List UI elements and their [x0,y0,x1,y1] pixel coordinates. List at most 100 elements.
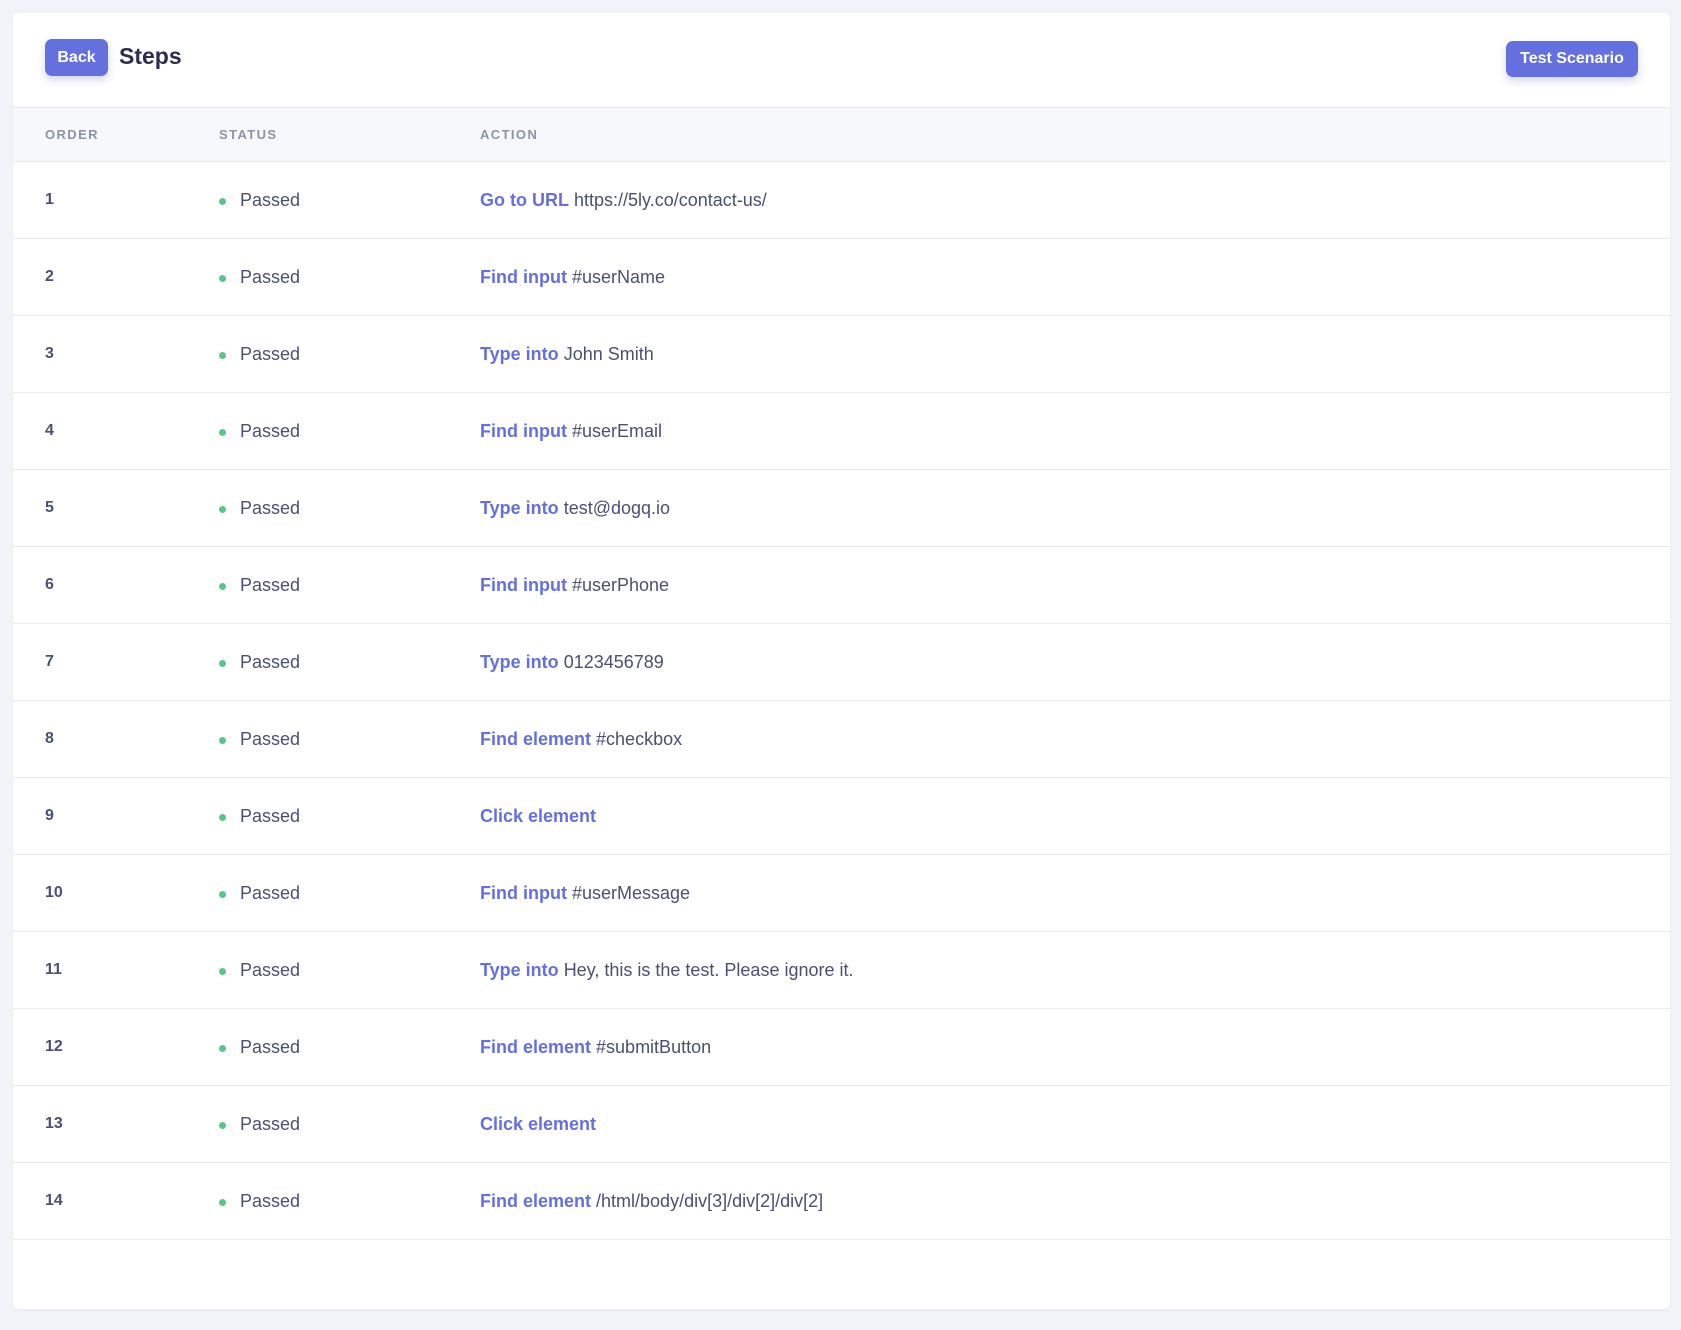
status-label: Passed [240,421,301,441]
step-status: Passed [219,883,300,904]
step-status: Passed [219,344,300,365]
action-target: #userPhone [571,575,670,595]
table-row[interactable]: 1 Passed Go to URL https://5ly.co/contact-… [13,162,1670,239]
status-label: Passed [240,960,301,980]
status-label: Passed [240,498,301,518]
step-status: Passed [219,1037,300,1058]
action-verb: Type into [480,344,559,364]
step-status: Passed [219,652,300,673]
step-order: 11 [45,961,62,978]
page-title: Steps [119,43,182,69]
action-verb: Find input [480,883,567,903]
status-dot-icon [219,891,226,898]
table-row[interactable]: 6 Passed Find input #userPhone [13,547,1670,624]
action-target: #userMessage [571,883,691,903]
step-action: Type into John Smith [480,344,654,365]
status-label: Passed [240,1037,301,1057]
action-verb: Find element [480,729,592,749]
table-row[interactable]: 12 Passed Find element #submitButton [13,1009,1670,1086]
action-target: #userEmail [571,421,663,441]
action-target: #checkbox [596,729,683,749]
table-row[interactable]: 8 Passed Find element #checkbox [13,701,1670,778]
action-verb: Click element [480,1114,597,1134]
step-action: Go to URL https://5ly.co/contact-us/ [480,190,767,211]
table-header: ORDER STATUS ACTION [13,108,1670,162]
action-verb: Go to URL [480,190,569,210]
table-row[interactable]: 11 Passed Type into Hey, this is the test.… [13,932,1670,1009]
step-action: Find input #userMessage [480,883,690,904]
status-label: Passed [240,729,301,749]
table-row[interactable]: 5 Passed Type into test@dogq.io [13,470,1670,547]
step-status: Passed [219,729,300,750]
action-target: John Smith [563,344,654,364]
status-dot-icon [219,1122,226,1129]
action-target: /html/body/div[3]/div[2]/div[2] [596,1191,824,1211]
status-dot-icon [219,198,226,205]
status-label: Passed [240,344,301,364]
status-dot-icon [219,968,226,975]
status-dot-icon [219,506,226,513]
status-label: Passed [240,652,301,672]
status-dot-icon [219,429,226,436]
status-label: Passed [240,190,301,210]
step-action: Click element [480,806,596,827]
status-dot-icon [219,352,226,359]
table-row[interactable]: 14 Passed Find element /html/body/div[3]/d… [13,1163,1670,1240]
action-target: #submitButton [596,1037,712,1057]
step-order: 13 [45,1115,63,1132]
column-header-status[interactable]: STATUS [219,127,277,142]
step-order: 8 [45,730,54,747]
step-status: Passed [219,575,300,596]
table-row[interactable]: 2 Passed Find input #userName [13,239,1670,316]
status-label: Passed [240,1191,301,1211]
step-action: Find element #checkbox [480,729,682,750]
step-status: Passed [219,960,300,981]
status-dot-icon [219,583,226,590]
table-row[interactable]: 3 Passed Type into John Smith [13,316,1670,393]
step-status: Passed [219,190,300,211]
table-row[interactable]: 4 Passed Find input #userEmail [13,393,1670,470]
step-order: 3 [45,345,54,362]
action-verb: Type into [480,960,559,980]
action-verb: Find input [480,575,567,595]
action-target: https://5ly.co/contact-us/ [574,190,767,210]
action-verb: Find element [480,1191,592,1211]
action-verb: Click element [480,806,597,826]
status-dot-icon [219,1199,226,1206]
step-order: 6 [45,576,54,593]
step-order: 5 [45,499,54,516]
step-status: Passed [219,421,300,442]
column-header-order[interactable]: ORDER [45,127,99,142]
card-header: Back Steps Test Scenario [13,13,1670,108]
status-dot-icon [219,660,226,667]
step-status: Passed [219,1114,300,1135]
action-verb: Find element [480,1037,592,1057]
status-dot-icon [219,737,226,744]
status-label: Passed [240,575,301,595]
table-row[interactable]: 10 Passed Find input #userMessage [13,855,1670,932]
test-scenario-button[interactable]: Test Scenario [1506,41,1638,77]
status-dot-icon [219,814,226,821]
step-action: Find element #submitButton [480,1037,711,1058]
step-action: Find input #userEmail [480,421,662,442]
step-action: Find input #userName [480,267,665,288]
step-status: Passed [219,267,300,288]
step-order: 12 [45,1038,63,1055]
step-order: 10 [45,884,63,901]
step-order: 4 [45,422,54,439]
status-label: Passed [240,267,301,287]
back-button[interactable]: Back [45,39,108,76]
step-action: Find input #userPhone [480,575,669,596]
action-target: #userName [571,267,666,287]
table-row[interactable]: 7 Passed Type into 0123456789 [13,624,1670,701]
step-action: Find element /html/body/div[3]/div[2]/di… [480,1191,823,1212]
table-row[interactable]: 9 Passed Click element [13,778,1670,855]
step-status: Passed [219,806,300,827]
column-header-action[interactable]: ACTION [480,127,538,142]
table-row[interactable]: 13 Passed Click element [13,1086,1670,1163]
status-dot-icon [219,1045,226,1052]
step-action: Click element [480,1114,596,1135]
step-action: Type into 0123456789 [480,652,664,673]
step-order: 7 [45,653,54,670]
steps-card: Back Steps Test Scenario ORDER STATUS AC… [13,13,1670,1309]
